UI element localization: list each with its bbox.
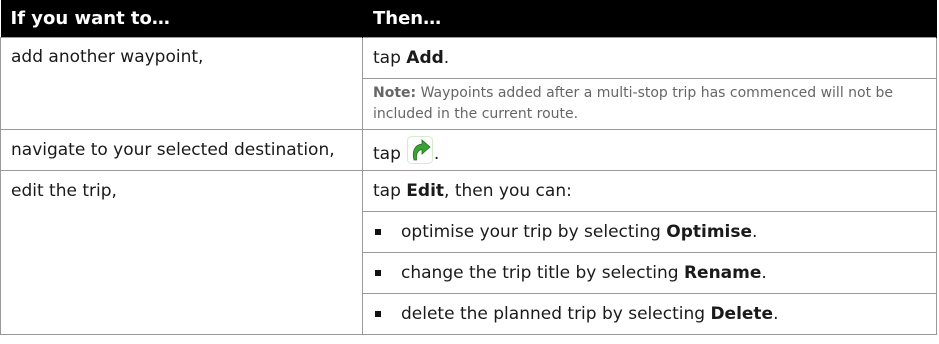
table-header-row: If you want to… Then… (0, 0, 937, 38)
row-navigate-action: navigate to your selected destination, (0, 129, 363, 171)
row-navigate-instruction: tap . (362, 129, 937, 171)
instruction-prefix: tap (373, 48, 407, 68)
bullet-optimise: optimise your trip by selecting Optimise… (362, 211, 937, 253)
instruction-prefix: tap (373, 181, 407, 201)
bullet-prefix: delete the planned trip by selecting (401, 304, 711, 324)
delete-keyword: Delete (710, 304, 774, 324)
row-edit-instruction: tap Edit, then you can: (362, 170, 937, 212)
note-body: Waypoints added after a multi-stop trip … (373, 85, 894, 122)
header-then: Then… (362, 0, 937, 38)
instruction-prefix: tap (373, 144, 401, 164)
instruction-table: If you want to… Then… add another waypoi… (0, 0, 937, 335)
bullet-delete: delete the planned trip by selecting Del… (362, 293, 937, 335)
table-row: add another waypoint, tap Add. (0, 37, 937, 130)
add-keyword: Add (406, 48, 444, 68)
row-edit-action: edit the trip, (0, 170, 363, 335)
bullet-suffix: . (752, 222, 758, 242)
green-curved-arrow-icon (406, 136, 433, 164)
rename-keyword: Rename (683, 263, 762, 283)
optimise-keyword: Optimise (666, 222, 753, 242)
row-waypoint-instruction: tap Add. (362, 37, 937, 79)
bullet-prefix: change the trip title by selecting (401, 263, 684, 283)
note-label: Note: (373, 85, 417, 101)
edit-keyword: Edit (406, 181, 445, 201)
bullet-suffix: . (761, 263, 767, 283)
table-row: edit the trip, tap Edit, then you can: (0, 170, 937, 335)
instruction-suffix: , then you can: (444, 181, 572, 201)
instruction-suffix: . (433, 144, 440, 164)
bullet-rename: change the trip title by selecting Renam… (362, 252, 937, 294)
bullet-suffix: . (773, 304, 779, 324)
bullet-icon (375, 311, 381, 317)
bullet-prefix: optimise your trip by selecting (401, 222, 667, 242)
table-row: navigate to your selected destination, t… (0, 129, 937, 171)
header-if-you-want-to: If you want to… (0, 0, 363, 38)
bullet-icon (375, 270, 381, 276)
instruction-suffix: . (443, 48, 450, 68)
row-waypoint-action: add another waypoint, (0, 37, 363, 130)
note-text: Note: Waypoints added after a multi-stop… (362, 78, 937, 130)
bullet-icon (375, 229, 381, 235)
